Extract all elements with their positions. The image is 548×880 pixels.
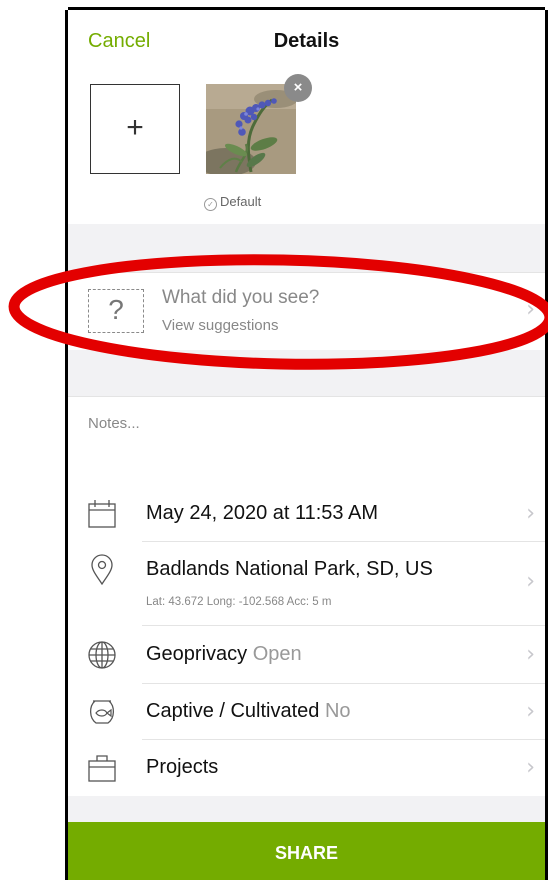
chevron-right-icon: › bbox=[526, 642, 535, 667]
observation-date: May 24, 2020 at 11:53 AM bbox=[146, 502, 379, 524]
photo-strip: + × ✓ Default bbox=[68, 72, 545, 224]
location-row[interactable]: Badlands National Park, SD, US Lat: 43.6… bbox=[68, 542, 545, 626]
photo-thumbnail[interactable] bbox=[206, 84, 296, 174]
captive-value: No bbox=[324, 700, 351, 722]
briefcase-icon bbox=[88, 755, 116, 782]
geoprivacy-label: Geoprivacy Open bbox=[146, 643, 302, 666]
flower-photo bbox=[206, 84, 296, 174]
notes-placeholder: Notes... bbox=[88, 415, 140, 432]
species-prompt: What did you see? bbox=[162, 287, 320, 308]
globe-icon bbox=[88, 641, 116, 669]
section-spacer bbox=[68, 350, 545, 396]
unknown-species-icon: ? bbox=[88, 289, 144, 333]
check-circle-icon: ✓ bbox=[204, 198, 217, 211]
projects-row[interactable]: Projects › bbox=[68, 740, 545, 796]
calendar-icon bbox=[88, 500, 116, 528]
geoprivacy-title: Geoprivacy bbox=[146, 643, 248, 665]
location-pin-icon bbox=[91, 554, 113, 586]
projects-label: Projects bbox=[146, 756, 219, 778]
chevron-right-icon: › bbox=[526, 501, 535, 526]
add-photo-button[interactable]: + bbox=[90, 84, 180, 174]
share-button[interactable]: SHARE bbox=[68, 822, 545, 880]
notes-field[interactable]: Notes... bbox=[68, 396, 545, 475]
captive-label: Captive / Cultivated No bbox=[146, 700, 351, 723]
chevron-right-icon: › bbox=[526, 569, 535, 594]
captive-row[interactable]: Captive / Cultivated No › bbox=[68, 684, 545, 740]
fishbowl-icon bbox=[89, 700, 115, 724]
geoprivacy-row[interactable]: Geoprivacy Open › bbox=[68, 626, 545, 684]
date-row[interactable]: May 24, 2020 at 11:53 AM › bbox=[68, 486, 545, 542]
section-spacer bbox=[68, 796, 545, 822]
species-selector-row[interactable]: ? What did you see? View suggestions › bbox=[68, 272, 545, 352]
chevron-right-icon: › bbox=[526, 297, 535, 322]
view-suggestions-link: View suggestions bbox=[162, 317, 279, 334]
default-text: Default bbox=[220, 194, 262, 209]
captive-title: Captive / Cultivated bbox=[146, 700, 320, 722]
chevron-right-icon: › bbox=[526, 755, 535, 780]
page-title: Details bbox=[273, 30, 340, 52]
chevron-right-icon: › bbox=[526, 699, 535, 724]
default-photo-label: ✓ Default bbox=[204, 194, 261, 211]
geoprivacy-value: Open bbox=[252, 643, 302, 665]
location-coordinates: Lat: 43.672 Long: -102.568 Acc: 5 m bbox=[146, 596, 332, 608]
navigation-bar: Cancel Details bbox=[68, 10, 545, 73]
phone-screen: Cancel Details + × ✓ Default ? What did … bbox=[68, 10, 545, 880]
location-name: Badlands National Park, SD, US bbox=[146, 558, 433, 580]
section-spacer bbox=[68, 224, 545, 272]
remove-photo-button[interactable]: × bbox=[284, 74, 312, 102]
